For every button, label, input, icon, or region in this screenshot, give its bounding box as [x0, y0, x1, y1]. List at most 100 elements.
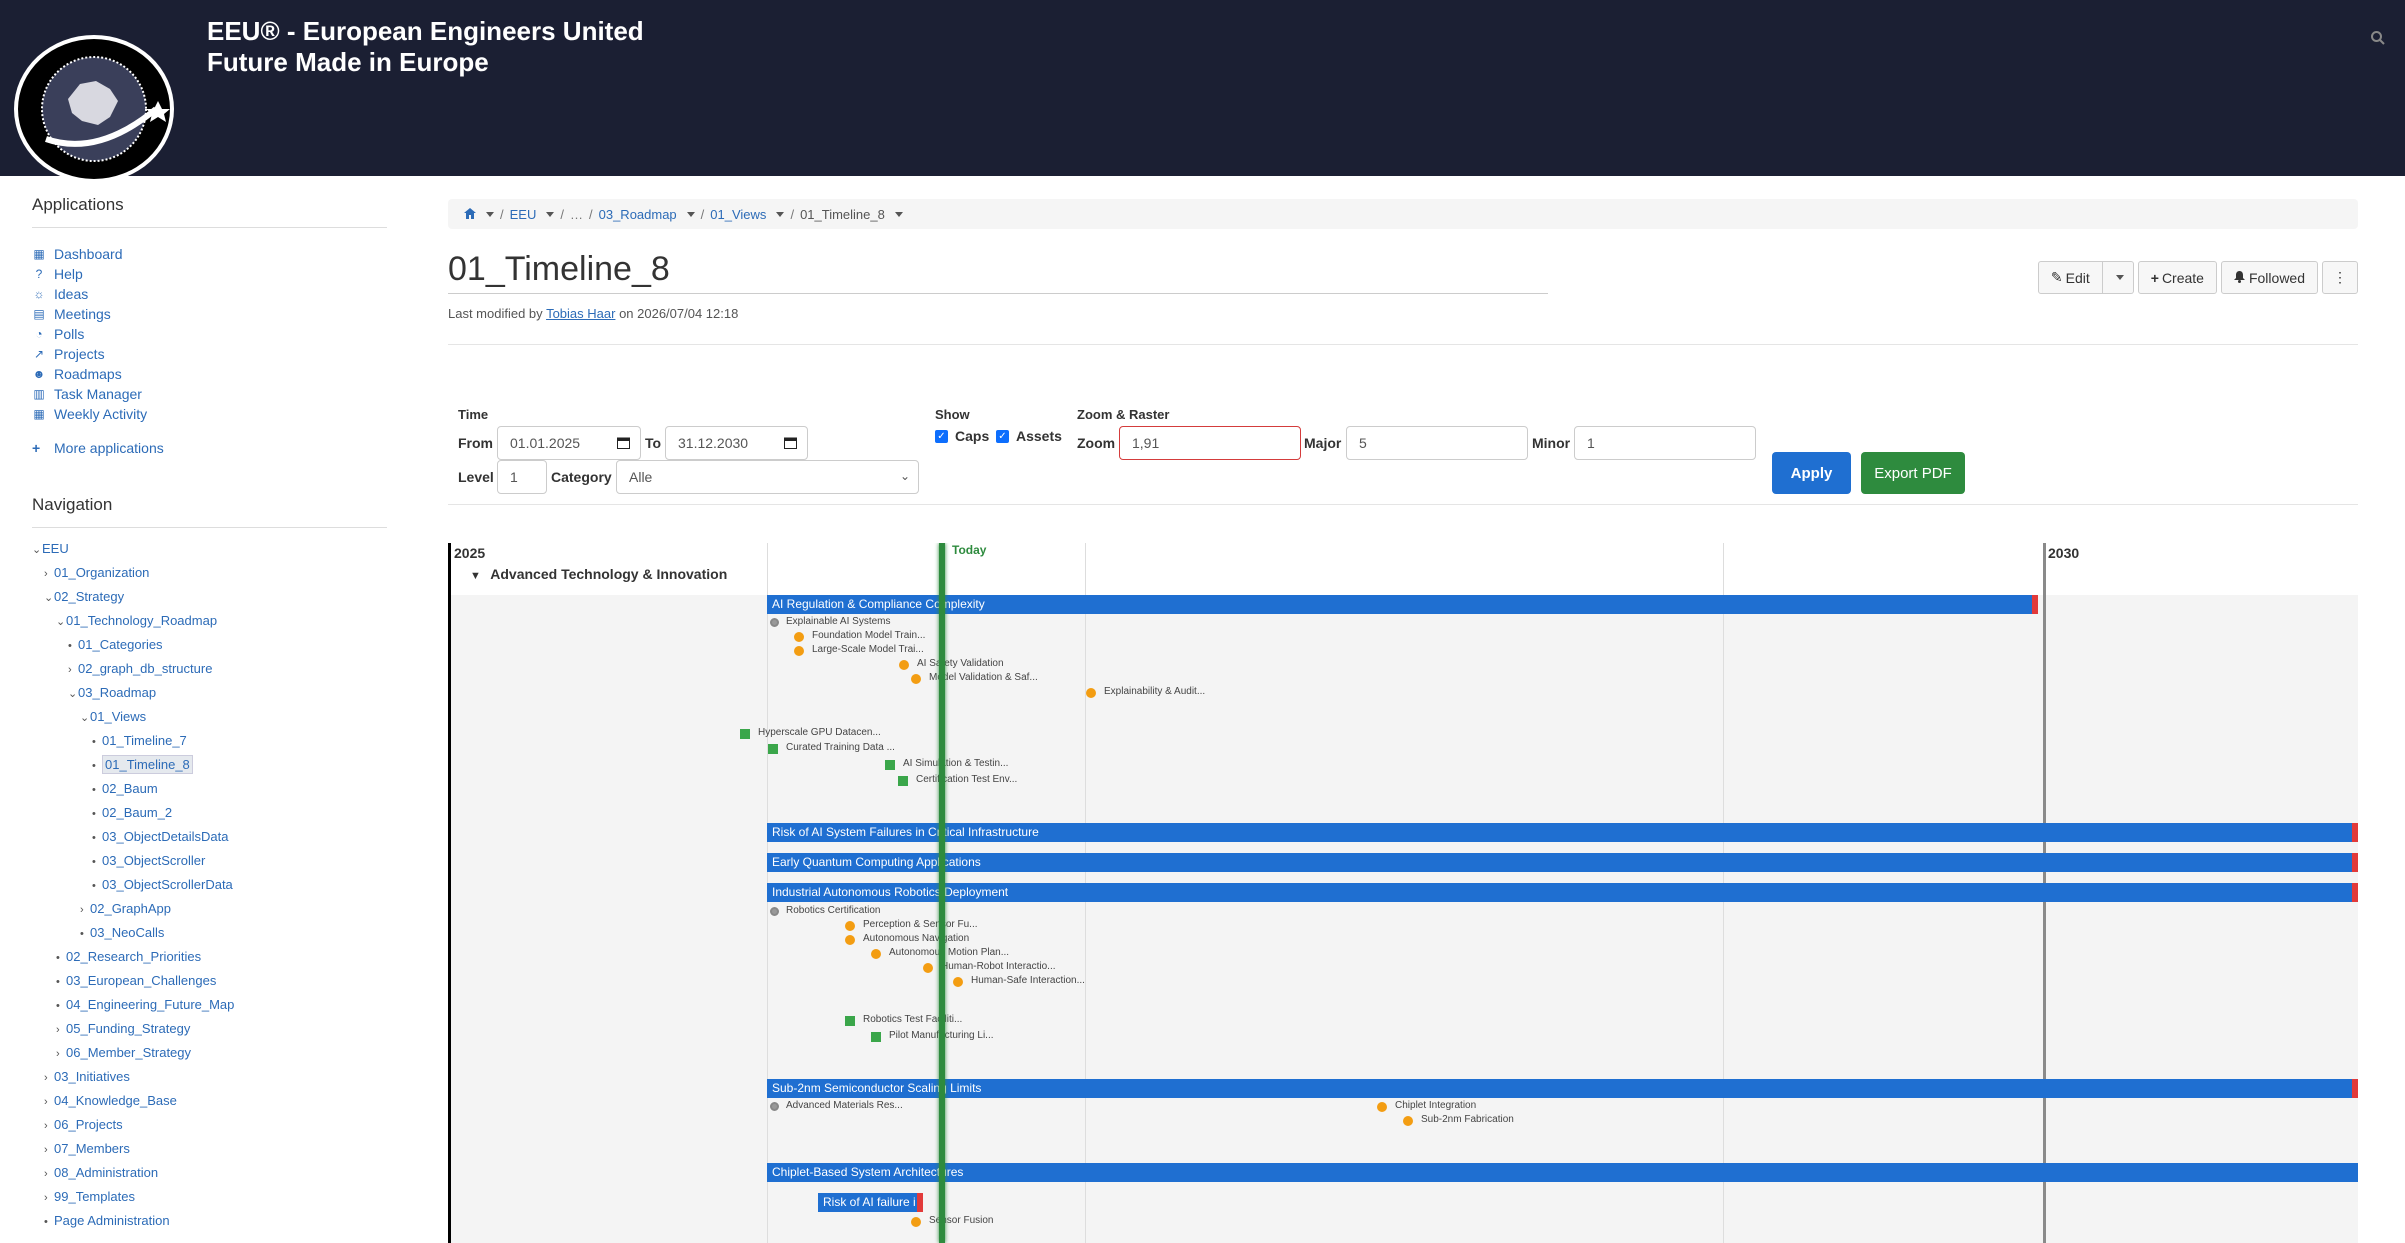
chevron-down-icon[interactable]: ⌄ [56, 611, 66, 633]
tree-node[interactable]: › 01_Organization [32, 562, 387, 586]
chevron-right-icon[interactable]: › [68, 659, 78, 681]
chevron-right-icon[interactable]: › [44, 563, 54, 585]
chevron-down-icon[interactable] [546, 211, 555, 217]
search-icon[interactable] [2370, 30, 2392, 52]
tree-node[interactable]: › 02_graph_db_structure [32, 658, 387, 682]
milestone-marker[interactable] [845, 921, 855, 931]
app-link-dashboard[interactable]: ▦ Dashboard [32, 244, 387, 264]
breadcrumb-item-roadmap[interactable]: 03_Roadmap [599, 207, 677, 222]
roadmap-bar[interactable]: Early Quantum Computing Applications [767, 853, 2358, 872]
roadmap-bar[interactable]: Sub-2nm Semiconductor Scaling Limits [767, 1079, 2358, 1098]
tree-node-label[interactable]: 01_Views [90, 709, 146, 724]
roadmap-bar[interactable]: Chiplet-Based System Architectures [767, 1163, 2358, 1182]
asset-marker[interactable] [740, 729, 750, 739]
tree-node[interactable]: › 05_Funding_Strategy [32, 1018, 387, 1042]
milestone-label[interactable]: Human-Robot Interactio... [941, 961, 1056, 972]
tree-node[interactable]: • 01_Timeline_8 [32, 754, 387, 778]
milestone-marker[interactable] [794, 632, 804, 642]
tree-node-label[interactable]: 01_Categories [78, 637, 163, 652]
chevron-down-icon[interactable] [776, 211, 785, 217]
tree-node[interactable]: › 06_Member_Strategy [32, 1042, 387, 1066]
tree-node[interactable]: • 03_NeoCalls [32, 922, 387, 946]
tree-node[interactable]: • Page Administration [32, 1210, 387, 1234]
tree-node-label[interactable]: 02_GraphApp [90, 901, 171, 916]
milestone-label[interactable]: Explainable AI Systems [786, 616, 891, 627]
tree-node-label[interactable]: 99_Templates [54, 1189, 135, 1204]
tree-node-label[interactable]: 05_Funding_Strategy [66, 1021, 190, 1036]
tree-node[interactable]: • 02_Research_Priorities [32, 946, 387, 970]
milestone-label[interactable]: Autonomous Motion Plan... [889, 947, 1009, 958]
tree-node-label[interactable]: 03_Roadmap [78, 685, 156, 700]
apply-button[interactable]: Apply [1772, 452, 1851, 494]
tree-node-label[interactable]: 03_Initiatives [54, 1069, 130, 1084]
milestone-label[interactable]: Autonomous Navigation [863, 933, 969, 944]
chevron-right-icon[interactable]: › [80, 899, 90, 921]
app-link-help[interactable]: ? Help [32, 264, 387, 284]
milestone-label[interactable]: AI Simulation & Testin... [903, 758, 1008, 769]
tree-node-label[interactable]: 03_European_Challenges [66, 973, 216, 988]
chevron-right-icon[interactable]: › [44, 1091, 54, 1113]
app-link-task-manager[interactable]: ▥ Task Manager [32, 384, 387, 404]
tree-node-label[interactable]: 03_NeoCalls [90, 925, 164, 940]
tree-node-label[interactable]: 03_ObjectScroller [102, 853, 205, 868]
tree-node-label[interactable]: 01_Technology_Roadmap [66, 613, 217, 628]
milestone-label[interactable]: Large-Scale Model Trai... [812, 644, 924, 655]
tree-node[interactable]: ⌄01_Views [32, 706, 387, 730]
caps-checkbox[interactable]: ✓ [935, 430, 948, 443]
tree-node[interactable]: ⌄02_Strategy [32, 586, 387, 610]
milestone-marker[interactable] [845, 935, 855, 945]
milestone-marker[interactable] [911, 1217, 921, 1227]
calendar-icon[interactable] [617, 436, 630, 452]
tree-node[interactable]: • 01_Timeline_7 [32, 730, 387, 754]
category-select[interactable]: Alle ⌄ [616, 460, 919, 494]
app-link-weekly-activity[interactable]: ▦ Weekly Activity [32, 404, 387, 424]
chevron-down-icon[interactable]: ⌄ [32, 539, 42, 561]
milestone-label[interactable]: Advanced Materials Res... [786, 1100, 903, 1111]
milestone-label[interactable]: AI Safety Validation [917, 658, 1004, 669]
asset-marker[interactable] [898, 776, 908, 786]
tree-node[interactable]: • 03_ObjectDetailsData [32, 826, 387, 850]
to-date-input[interactable]: 31.12.2030 [665, 426, 808, 460]
milestone-label[interactable]: Robotics Test Faciliti... [863, 1014, 962, 1025]
edit-dropdown-button[interactable] [2102, 261, 2134, 294]
milestone-label[interactable]: Sub-2nm Fabrication [1421, 1114, 1514, 1125]
tree-node-label[interactable]: Page Administration [54, 1213, 170, 1228]
milestone-label[interactable]: Curated Training Data ... [786, 742, 895, 753]
milestone-marker[interactable] [911, 674, 921, 684]
home-icon[interactable] [464, 207, 476, 222]
milestone-label[interactable]: Certification Test Env... [916, 774, 1017, 785]
roadmap-bar[interactable]: Risk of AI System Failures in Critical I… [767, 823, 2358, 842]
milestone-marker[interactable] [953, 977, 963, 987]
more-actions-button[interactable]: ⋮ [2322, 261, 2358, 294]
roadmap-bar[interactable]: AI Regulation & Compliance Complexity [767, 595, 2038, 614]
chevron-right-icon[interactable]: › [44, 1139, 54, 1161]
roadmap-bar[interactable]: Risk of AI failure i [818, 1193, 923, 1212]
chevron-right-icon[interactable]: › [56, 1019, 66, 1041]
export-pdf-button[interactable]: Export PDF [1861, 452, 1965, 494]
chevron-right-icon[interactable]: › [44, 1115, 54, 1137]
milestone-label[interactable]: Chiplet Integration [1395, 1100, 1476, 1111]
milestone-marker[interactable] [871, 949, 881, 959]
chevron-right-icon[interactable]: › [44, 1163, 54, 1185]
followed-button[interactable]: Followed [2220, 261, 2318, 294]
app-link-projects[interactable]: ↗ Projects [32, 344, 387, 364]
tree-node[interactable]: › 06_Projects [32, 1114, 387, 1138]
app-link-polls[interactable]: ◔ Polls [32, 324, 387, 344]
tree-node-label[interactable]: 01_Organization [54, 565, 149, 580]
chevron-down-icon[interactable]: ⌄ [80, 707, 90, 729]
tree-node-label[interactable]: 07_Members [54, 1141, 130, 1156]
tree-node[interactable]: › 02_GraphApp [32, 898, 387, 922]
tree-node[interactable]: ⌄03_Roadmap [32, 682, 387, 706]
app-link-roadmaps[interactable]: ☻ Roadmaps [32, 364, 387, 384]
tree-node-label[interactable]: 01_Timeline_8 [102, 755, 193, 774]
site-logo[interactable] [14, 35, 174, 183]
category-header[interactable]: ▼ Advanced Technology & Innovation [470, 566, 727, 582]
milestone-label[interactable]: Perception & Sensor Fu... [863, 919, 978, 930]
milestone-label[interactable]: Model Validation & Saf... [929, 672, 1038, 683]
asset-marker[interactable] [768, 744, 778, 754]
asset-marker[interactable] [885, 760, 895, 770]
app-link-ideas[interactable]: ☼ Ideas [32, 284, 387, 304]
tree-node-label[interactable]: 08_Administration [54, 1165, 158, 1180]
breadcrumb-item-eeu[interactable]: EEU [510, 207, 537, 222]
milestone-marker[interactable] [794, 646, 804, 656]
